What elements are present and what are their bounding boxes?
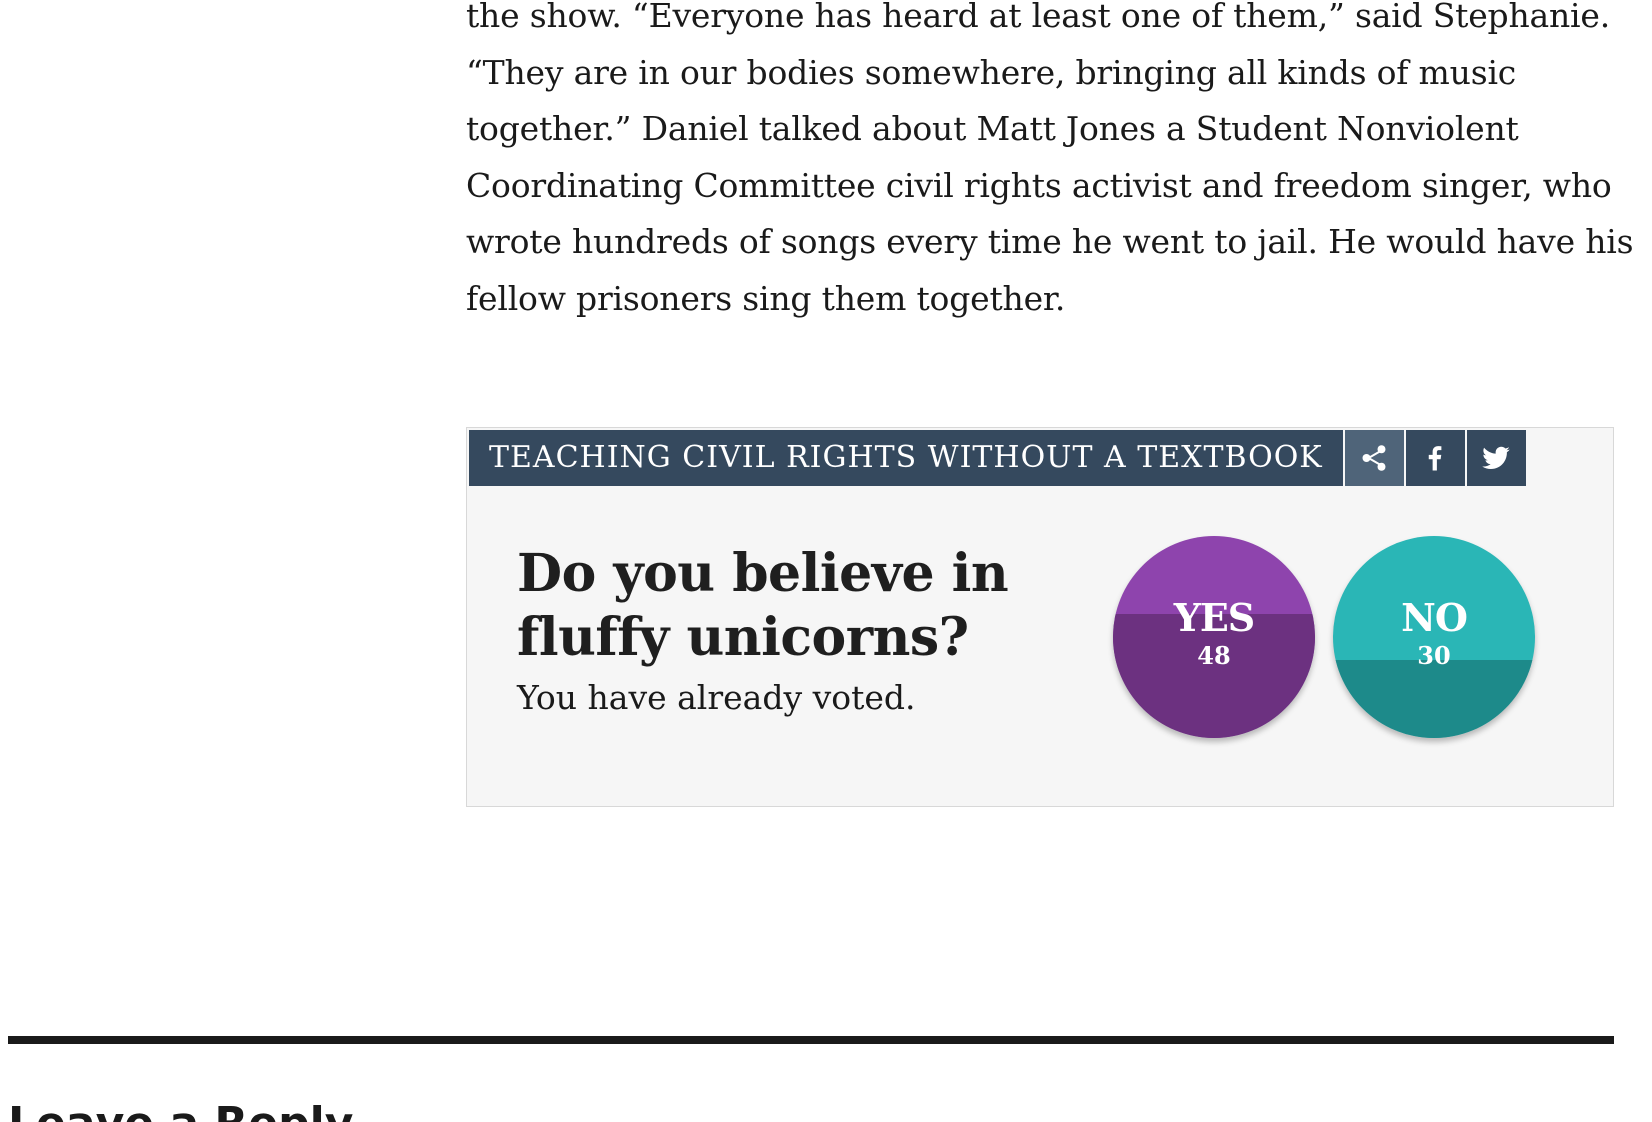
vote-yes-button[interactable]: YES 48 [1113, 536, 1315, 738]
facebook-icon [1428, 446, 1442, 471]
vote-no-fill [1333, 660, 1535, 738]
poll-status: You have already voted. [517, 678, 916, 717]
article-line: the show. “Everyone has heard at least o… [466, 0, 1611, 35]
reply-heading: Leave a Reply [8, 1094, 353, 1122]
vote-no-label: NO [1401, 595, 1468, 640]
twitter-share-button[interactable] [1466, 430, 1526, 486]
article-line: wrote hundreds of songs every time he we… [466, 222, 1634, 261]
article-line: together.” Daniel talked about Matt Jone… [466, 109, 1519, 148]
poll-question: Do you believe in fluffy unicorns? [517, 543, 1009, 668]
article-line: Coordinating Committee civil rights acti… [466, 165, 1612, 205]
vote-no-count: 30 [1417, 641, 1451, 670]
section-divider [8, 1036, 1614, 1044]
vote-no-button[interactable]: NO 30 [1333, 536, 1535, 738]
poll-widget: TEACHING CIVIL RIGHTS WITHOUT A TEXTBOOK… [466, 427, 1614, 807]
poll-title[interactable]: TEACHING CIVIL RIGHTS WITHOUT A TEXTBOOK [469, 430, 1343, 486]
share-icon [1362, 445, 1386, 471]
facebook-share-button[interactable] [1405, 430, 1465, 486]
article-line: “They are in our bodies somewhere, bring… [466, 52, 1517, 92]
article-line: fellow prisoners sing them together. [466, 278, 1066, 318]
share-button[interactable] [1344, 430, 1404, 486]
twitter-icon [1482, 446, 1510, 469]
poll-header: TEACHING CIVIL RIGHTS WITHOUT A TEXTBOOK [469, 430, 1526, 486]
vote-yes-label: YES [1173, 595, 1256, 640]
vote-yes-count: 48 [1197, 641, 1231, 670]
article-body: the show. “Everyone has heard at least o… [466, 0, 1634, 327]
